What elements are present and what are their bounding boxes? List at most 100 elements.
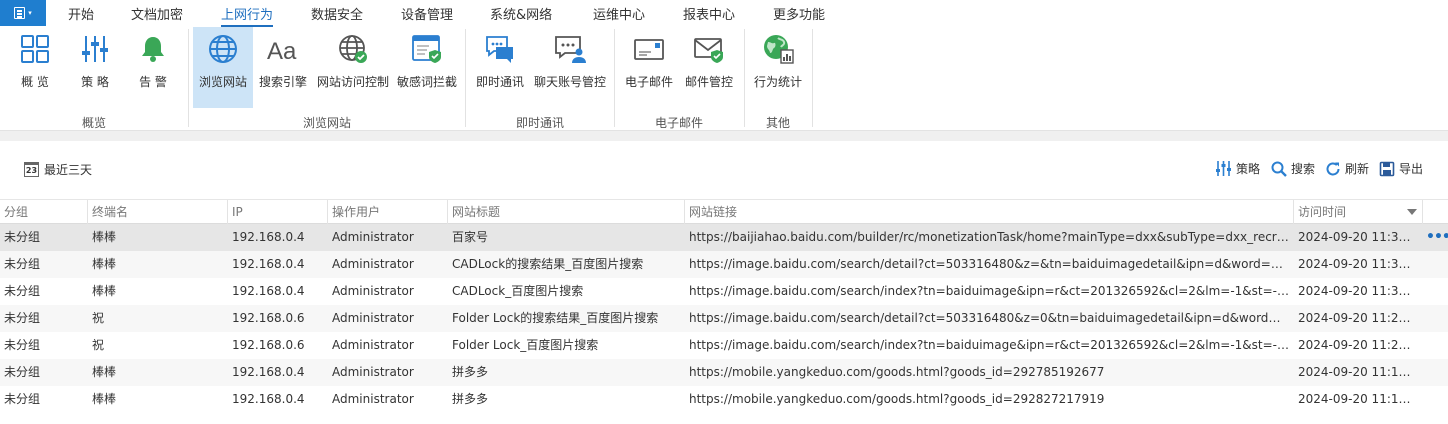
column-divider[interactable] <box>87 200 88 224</box>
cell-ip: 192.168.0.4 <box>232 392 305 406</box>
cell-ip: 192.168.0.6 <box>232 338 305 352</box>
tool-email-control[interactable]: 邮件管控 <box>681 27 737 107</box>
tab-ops-center[interactable]: 运维中心 <box>593 4 645 23</box>
column-divider[interactable] <box>447 200 448 224</box>
cell-terminal: 棒棒 <box>92 257 117 271</box>
tool-website-access-control[interactable]: 网站访问控制 <box>314 27 392 107</box>
column-divider[interactable] <box>327 200 328 224</box>
table-row[interactable]: 未分组 棒棒 192.168.0.4 Administrator 拼多多 https://… <box>0 359 1448 386</box>
tab-start[interactable]: 开始 <box>68 4 94 23</box>
cell-visit-time: 2024-09-20 11:27:24 <box>1298 311 1418 325</box>
cell-user: Administrator <box>332 257 414 271</box>
tab-system-network[interactable]: 系统&网络 <box>490 4 552 23</box>
group-label-other: 其他 <box>765 116 791 130</box>
column-divider[interactable] <box>1422 200 1423 224</box>
table-row[interactable]: 未分组 棒棒 192.168.0.4 Administrator CADLock的搜索结… <box>0 251 1448 278</box>
tool-alarm-label: 告 警 <box>139 75 167 89</box>
column-divider[interactable] <box>227 200 228 224</box>
tool-alarm[interactable]: 告 警 <box>128 27 178 107</box>
table-row[interactable]: 未分组 棒棒 192.168.0.4 Administrator 拼多多 https://… <box>0 386 1448 413</box>
cell-user: Administrator <box>332 365 414 379</box>
cell-user: Administrator <box>332 392 414 406</box>
search-icon <box>1271 161 1287 177</box>
cell-site-title: 拼多多 <box>452 392 489 406</box>
tool-search-engine-label: 搜索引擎 <box>258 75 307 89</box>
table-row[interactable]: 未分组 棒棒 192.168.0.4 Administrator 百家号 https://… <box>0 224 1448 251</box>
group-label-browse-websites: 浏览网站 <box>302 116 352 130</box>
column-divider[interactable] <box>1293 200 1294 224</box>
table-row[interactable]: 未分组 祝 192.168.0.6 Administrator Folder Lock的… <box>0 305 1448 332</box>
cell-site-url: https://mobile.yangkeduo.com/goods.html?… <box>689 392 1105 406</box>
column-header-site-url[interactable]: 网站链接 <box>689 200 737 224</box>
tab-doc-encryption[interactable]: 文档加密 <box>131 4 183 23</box>
tab-device-management[interactable]: 设备管理 <box>401 4 453 23</box>
tool-email[interactable]: 电子邮件 <box>621 27 677 107</box>
cell-site-title: 拼多多 <box>452 365 489 379</box>
tab-report-center[interactable]: 报表中心 <box>683 4 735 23</box>
tool-chat-account-control[interactable]: 聊天账号管控 <box>532 27 608 107</box>
cell-terminal: 祝 <box>92 338 105 352</box>
tool-sensitive-word-block[interactable]: 敏感词拦截 <box>396 27 458 107</box>
tool-strategy[interactable]: 策 略 <box>70 27 120 107</box>
cell-group: 未分组 <box>4 338 41 352</box>
column-header-user[interactable]: 操作用户 <box>332 200 380 224</box>
table-row[interactable]: 未分组 祝 192.168.0.6 Administrator Folder Lock_… <box>0 332 1448 359</box>
refresh-button-label: 刷新 <box>1345 162 1370 176</box>
sliders-icon <box>1216 161 1231 176</box>
table-row[interactable]: 未分组 棒棒 192.168.0.4 Administrator CADLock_百度图… <box>0 278 1448 305</box>
tool-website-access-control-label: 网站访问控制 <box>316 75 389 89</box>
cell-visit-time: 2024-09-20 11:35:07 <box>1298 284 1418 298</box>
column-divider[interactable] <box>684 200 685 224</box>
cell-user: Administrator <box>332 338 414 352</box>
strategy-button[interactable]: 策略 <box>1215 160 1260 177</box>
cell-site-title: Folder Lock的搜索结果_百度图片搜索 <box>452 311 659 325</box>
column-header-site-title[interactable]: 网站标题 <box>452 200 500 224</box>
group-divider <box>614 29 615 127</box>
cell-site-url: https://baijiahao.baidu.com/builder/rc/m… <box>689 230 1289 244</box>
save-export-icon <box>1379 161 1395 176</box>
column-header-terminal[interactable]: 终端名 <box>92 200 128 224</box>
cell-site-title: Folder Lock_百度图片搜索 <box>452 338 599 352</box>
tool-behavior-stats[interactable]: 行为统计 <box>750 27 806 107</box>
cell-ip: 192.168.0.4 <box>232 230 305 244</box>
date-range-selector[interactable]: 23 最近三天 <box>24 161 92 178</box>
column-header-group[interactable]: 分组 <box>4 200 28 224</box>
cell-group: 未分组 <box>4 365 41 379</box>
bell-icon <box>136 32 170 66</box>
column-header-visit-time[interactable]: 访问时间 <box>1298 200 1346 224</box>
tab-more-features[interactable]: 更多功能 <box>773 4 825 23</box>
cell-visit-time: 2024-09-20 11:16:39 <box>1298 365 1418 379</box>
tool-search-engine[interactable]: Aa 搜索引擎 <box>256 27 310 107</box>
tool-instant-messaging[interactable]: 即时通讯 <box>472 27 528 107</box>
cell-site-url: https://mobile.yangkeduo.com/goods.html?… <box>689 365 1105 379</box>
export-button[interactable]: 导出 <box>1379 160 1423 177</box>
app-menu-button[interactable]: ▾ <box>0 0 46 26</box>
column-header-ip[interactable]: IP <box>232 200 243 224</box>
tool-chat-account-control-label: 聊天账号管控 <box>533 75 606 89</box>
cell-group: 未分组 <box>4 392 41 406</box>
search-button[interactable]: 搜索 <box>1271 160 1315 177</box>
sort-desc-icon[interactable] <box>1407 209 1417 215</box>
cell-terminal: 祝 <box>92 311 105 325</box>
group-divider <box>744 29 745 127</box>
tool-overview[interactable]: 概 览 <box>10 27 60 107</box>
tab-data-security[interactable]: 数据安全 <box>311 4 363 23</box>
tool-browse-websites[interactable]: 浏览网站 <box>193 27 253 108</box>
search-button-label: 搜索 <box>1291 162 1316 176</box>
ribbon: 概 览 策 略 告 警 概览 浏览网站 Aa 搜索引擎 网站访问控制 敏感词拦截… <box>0 27 1448 131</box>
cell-ip: 192.168.0.6 <box>232 311 305 325</box>
tab-internet-behavior[interactable]: 上网行为 <box>221 4 274 27</box>
strategy-button-label: 策略 <box>1236 162 1261 176</box>
cell-visit-time: 2024-09-20 11:16:38 <box>1298 392 1418 406</box>
export-button-label: 导出 <box>1399 162 1424 176</box>
tool-overview-label: 概 览 <box>21 75 49 89</box>
cell-group: 未分组 <box>4 311 41 325</box>
refresh-button[interactable]: 刷新 <box>1325 160 1369 177</box>
more-options-icon[interactable]: ••• <box>1426 224 1448 251</box>
table-body: 未分组 棒棒 192.168.0.4 Administrator 百家号 https://… <box>0 224 1448 413</box>
date-range-label: 最近三天 <box>44 163 93 177</box>
browser-shield-icon <box>410 32 444 66</box>
tool-strategy-label: 策 略 <box>81 75 109 89</box>
cell-site-title: 百家号 <box>452 230 489 244</box>
tool-browse-websites-label: 浏览网站 <box>198 75 247 89</box>
